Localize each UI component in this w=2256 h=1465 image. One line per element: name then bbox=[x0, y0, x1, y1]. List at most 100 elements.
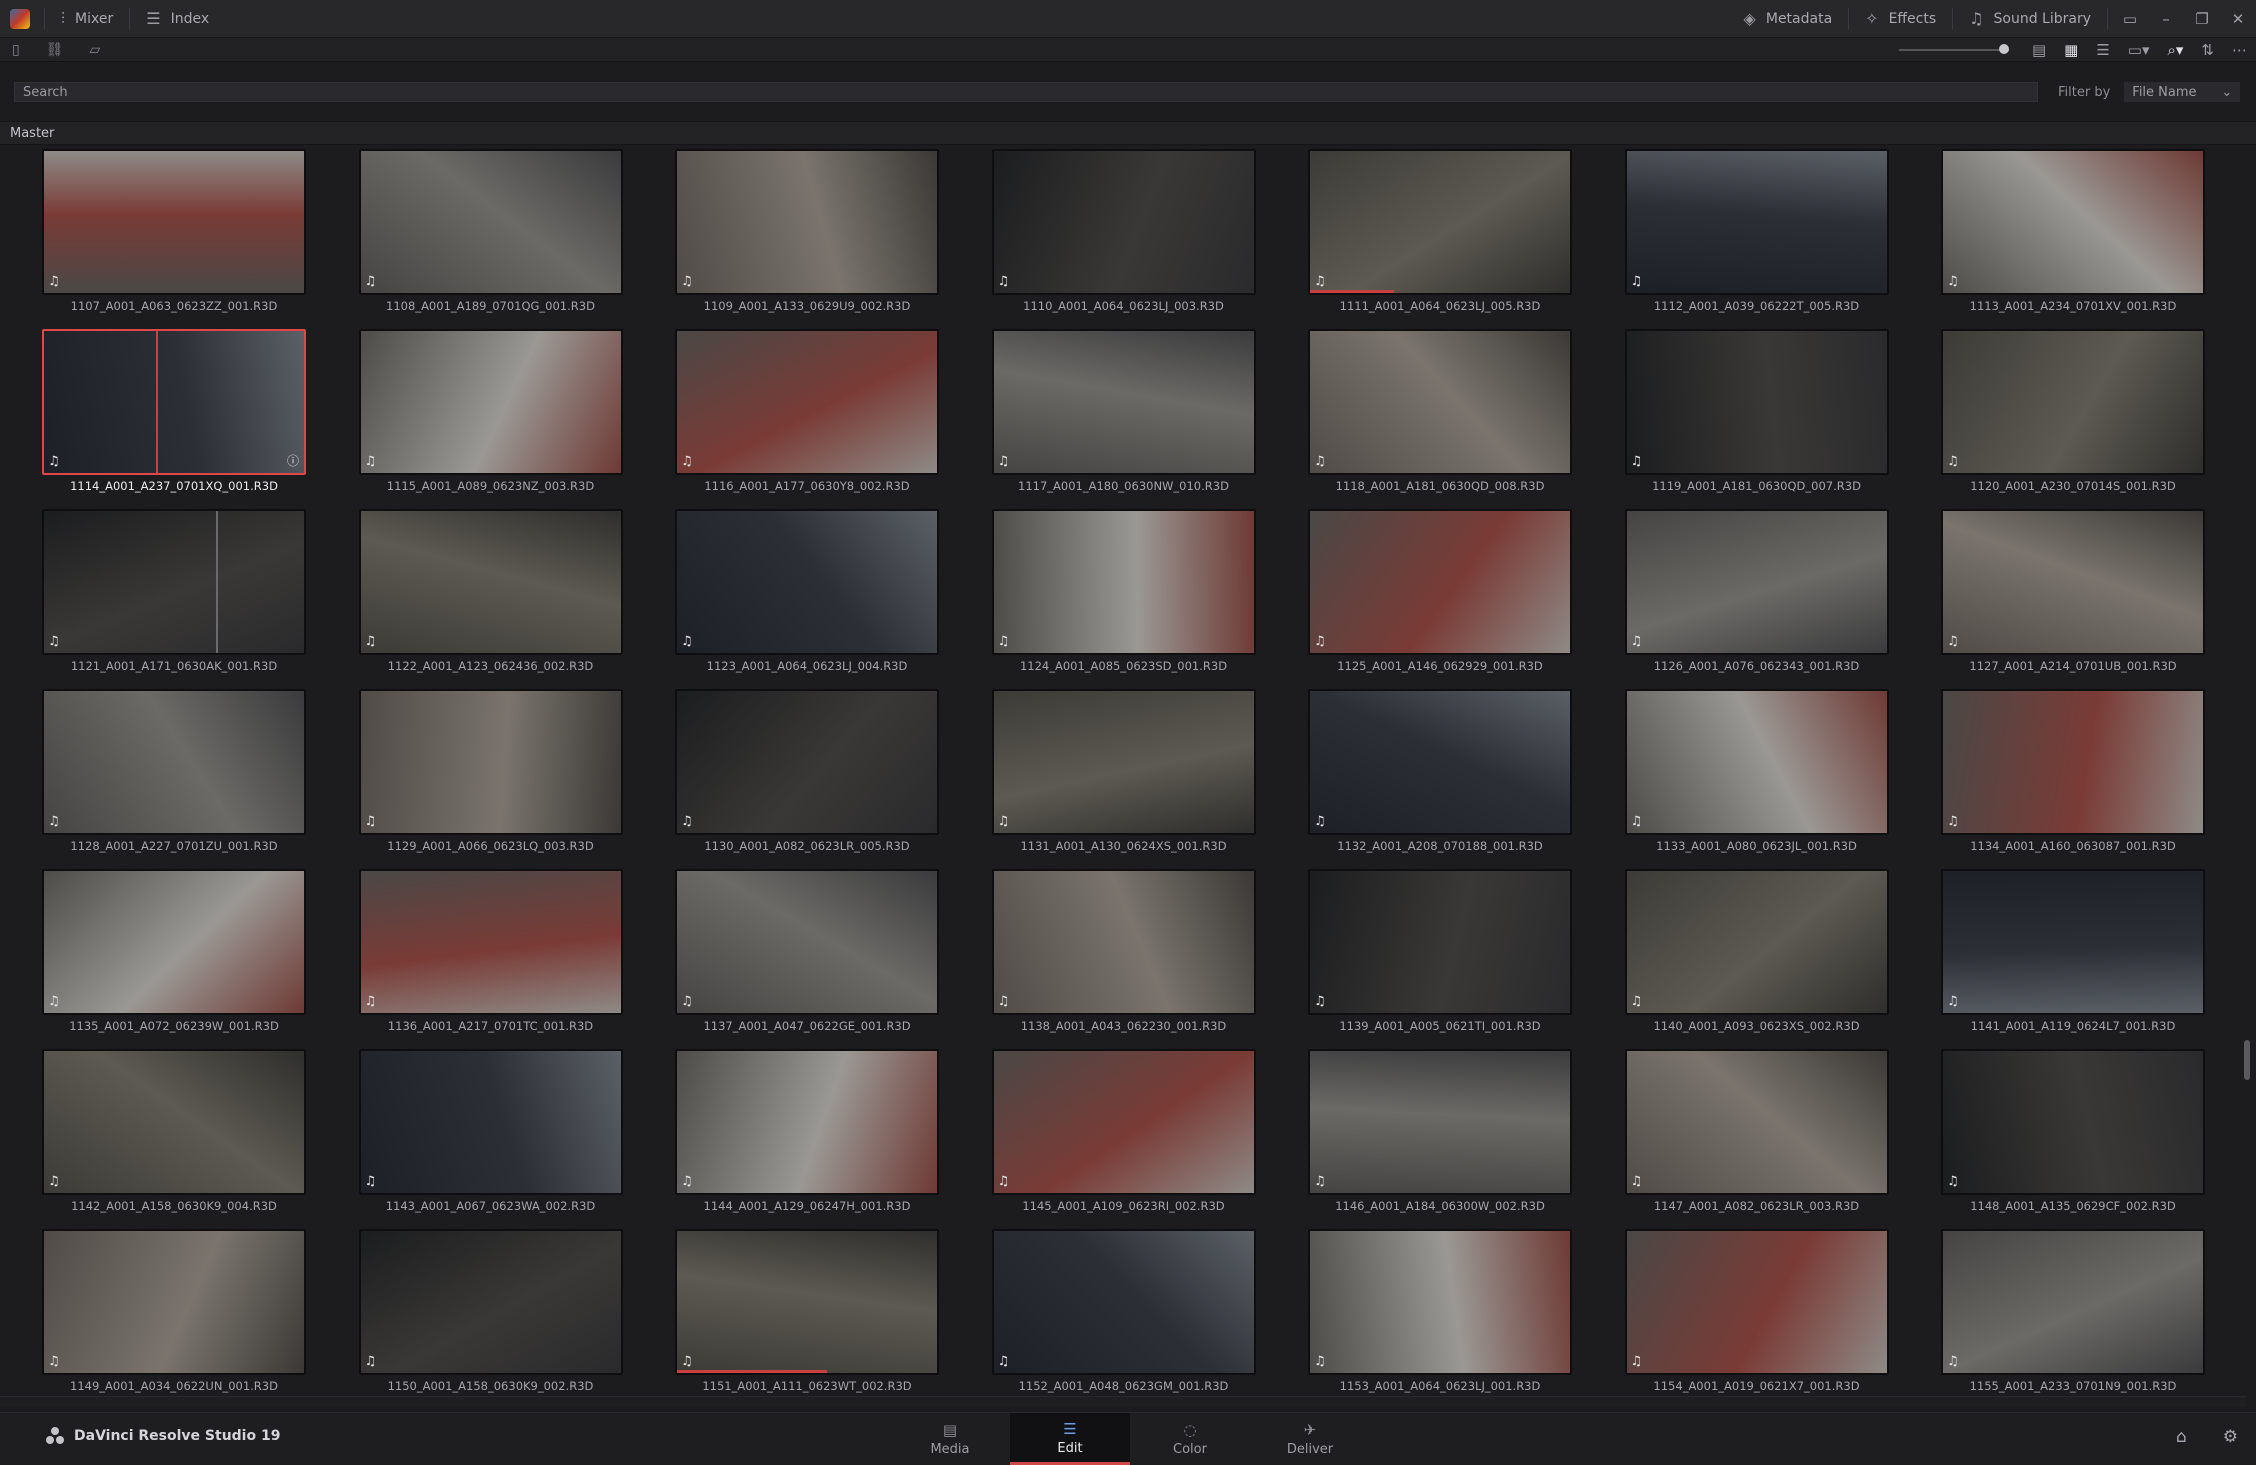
link-icon[interactable]: ⛓ bbox=[46, 42, 64, 58]
page-tab-media[interactable]: ▤ Media bbox=[890, 1413, 1010, 1465]
clip-preview-image[interactable]: ♫ ⓘ bbox=[42, 329, 306, 475]
mixer-button[interactable]: ⫶ Mixer bbox=[49, 0, 125, 38]
panel-toggle-icon[interactable]: ▯ bbox=[12, 42, 20, 58]
audio-icon: ♫ bbox=[997, 454, 1010, 469]
clip-name: 1114_A001_A237_0701XQ_001.R3D bbox=[70, 479, 278, 493]
filter-dropdown[interactable]: File Name ⌄ bbox=[2124, 82, 2241, 102]
clip-preview-image[interactable]: ♫ bbox=[42, 149, 306, 295]
slider-handle[interactable] bbox=[1998, 43, 2009, 54]
deliver-page-icon: ✈ bbox=[1303, 1421, 1317, 1439]
index-button[interactable]: ☰ Index bbox=[134, 0, 221, 38]
clip-preview-image[interactable]: ♫ bbox=[675, 869, 939, 1015]
clip-preview-image[interactable]: ♫ bbox=[42, 1229, 306, 1375]
page-tab-color[interactable]: ◌ Color bbox=[1130, 1413, 1250, 1465]
clip-name: 1150_A001_A158_0630K9_002.R3D bbox=[387, 1379, 594, 1393]
clip-preview-image[interactable]: ♫ bbox=[675, 1229, 939, 1375]
clip-preview-image[interactable]: ♫ bbox=[1941, 1229, 2205, 1375]
restore-icon[interactable]: ❐ bbox=[2184, 10, 2220, 28]
clip-preview-image[interactable]: ♫ bbox=[42, 509, 306, 655]
clip-preview-image[interactable]: ♫ bbox=[991, 689, 1256, 835]
clip-preview-image[interactable]: ♫ bbox=[1308, 509, 1572, 655]
horizontal-scrollbar[interactable] bbox=[0, 1396, 2246, 1407]
clip-preview-image[interactable]: ♫ bbox=[358, 1229, 623, 1375]
sound-library-icon: ♫ bbox=[1969, 9, 1984, 28]
clip-grid: ♫ 1107_A001_A063_0623ZZ_001.R3D ♫ 1108_A001… bbox=[0, 146, 2246, 1394]
clip-preview-image[interactable]: ♫ bbox=[1308, 1049, 1572, 1195]
clip-preview-image[interactable]: ♫ bbox=[991, 1049, 1256, 1195]
clip-preview-image[interactable]: ♫ bbox=[1624, 689, 1889, 835]
close-icon[interactable]: ✕ bbox=[2220, 10, 2256, 28]
clip-preview-image[interactable]: ♫ bbox=[42, 689, 306, 835]
clip-preview-image[interactable]: ♫ bbox=[675, 689, 939, 835]
clip-preview-image[interactable]: ♫ bbox=[1624, 509, 1889, 655]
audio-icon: ♫ bbox=[364, 814, 377, 829]
clip-preview-image[interactable]: ♫ bbox=[42, 1049, 306, 1195]
info-icon[interactable]: ⓘ bbox=[287, 452, 299, 469]
clip-preview-image[interactable]: ♫ bbox=[1308, 689, 1572, 835]
clip-name: 1147_A001_A082_0623LR_003.R3D bbox=[1653, 1199, 1860, 1213]
clip-preview-image[interactable]: ♫ bbox=[1308, 869, 1572, 1015]
home-icon[interactable]: ⌂ bbox=[2176, 1427, 2187, 1447]
clip-preview-image[interactable]: ♫ bbox=[358, 329, 623, 475]
edit-page-icon: ☰ bbox=[1063, 1419, 1077, 1438]
search-input[interactable] bbox=[14, 82, 2038, 102]
clip-preview-image[interactable]: ♫ bbox=[991, 1229, 1256, 1375]
clip-preview-image[interactable]: ♫ bbox=[675, 509, 939, 655]
sound-library-button[interactable]: ♫ Sound Library bbox=[1957, 0, 2103, 38]
list-view-icon[interactable]: ☰ bbox=[2096, 41, 2109, 59]
index-icon: ☰ bbox=[146, 9, 161, 28]
search-icon[interactable]: ⌕▾ bbox=[2167, 41, 2183, 59]
clip-preview-image[interactable]: ♫ bbox=[1624, 1229, 1889, 1375]
clip-preview-image[interactable]: ♫ bbox=[991, 869, 1256, 1015]
clip-name: 1113_A001_A234_0701XV_001.R3D bbox=[1969, 299, 2177, 313]
clip-preview-image[interactable]: ♫ bbox=[358, 509, 623, 655]
clip-preview-image[interactable]: ♫ bbox=[1308, 1229, 1572, 1375]
clip-preview-image[interactable]: ♫ bbox=[358, 149, 623, 295]
minimize-icon[interactable]: – bbox=[2148, 10, 2184, 28]
bin-name[interactable]: Master bbox=[10, 126, 54, 141]
clip-preview-image[interactable]: ♫ bbox=[1941, 1049, 2205, 1195]
clip-preview-image[interactable]: ♫ bbox=[1941, 689, 2205, 835]
clip-preview-image[interactable]: ♫ bbox=[675, 1049, 939, 1195]
clip-preview-image[interactable]: ♫ bbox=[1308, 329, 1572, 475]
clip-preview-image[interactable]: ♫ bbox=[42, 869, 306, 1015]
scrub-playhead[interactable] bbox=[156, 331, 158, 473]
clip-preview-image[interactable]: ♫ bbox=[1941, 869, 2205, 1015]
inspector-icon[interactable]: ▭ bbox=[2112, 10, 2148, 28]
bottom-bar: DaVinci Resolve Studio 19 ▤ Media ☰ Edit ◌ Co… bbox=[0, 1412, 2256, 1465]
clip-preview-image[interactable]: ♫ bbox=[991, 329, 1256, 475]
thumbnail-view-icon[interactable]: ▦ bbox=[2064, 41, 2078, 59]
clip-preview-image[interactable]: ♫ bbox=[1308, 149, 1572, 295]
clip-preview-image[interactable]: ♫ bbox=[991, 509, 1256, 655]
clip-preview-image[interactable]: ♫ bbox=[1624, 1049, 1889, 1195]
clip-preview-image[interactable]: ♫ bbox=[675, 149, 939, 295]
clip-preview-image[interactable]: ♫ bbox=[1624, 149, 1889, 295]
sort-icon[interactable]: ⇅ bbox=[2201, 41, 2214, 59]
clip-preview-image[interactable]: ♫ bbox=[358, 1049, 623, 1195]
comment-icon[interactable]: ▱ bbox=[90, 42, 101, 58]
metadata-view-icon[interactable]: ▤ bbox=[2032, 41, 2046, 59]
clip-preview-image[interactable]: ♫ bbox=[1624, 869, 1889, 1015]
clip-preview-image[interactable]: ♫ bbox=[1941, 329, 2205, 475]
metadata-button[interactable]: ◈ Metadata bbox=[1732, 0, 1845, 38]
clip-preview-image[interactable]: ♫ bbox=[675, 329, 939, 475]
scrub-playhead[interactable] bbox=[216, 511, 218, 653]
clip-preview-image[interactable]: ♫ bbox=[1941, 509, 2205, 655]
effects-button[interactable]: ✧ Effects bbox=[1853, 0, 1948, 38]
settings-gear-icon[interactable]: ⚙ bbox=[2223, 1427, 2238, 1447]
thumbnail-size-slider[interactable] bbox=[1898, 43, 2009, 54]
filter-label: Filter by bbox=[2058, 84, 2111, 100]
clip-preview-image[interactable]: ♫ bbox=[1624, 329, 1889, 475]
page-tab-deliver[interactable]: ✈ Deliver bbox=[1250, 1413, 1370, 1465]
page-tab-edit[interactable]: ☰ Edit bbox=[1010, 1413, 1130, 1465]
clip-preview-image[interactable]: ♫ bbox=[358, 869, 623, 1015]
search-row: Filter by File Name ⌄ bbox=[0, 72, 2256, 112]
clip-preview-image[interactable]: ♫ bbox=[991, 149, 1256, 295]
more-options-icon[interactable]: ⋯ bbox=[2232, 41, 2247, 59]
audio-icon: ♫ bbox=[1630, 994, 1643, 1009]
chevron-down-icon: ⌄ bbox=[2221, 84, 2233, 100]
viewer-icon[interactable]: ▭▾ bbox=[2128, 41, 2150, 59]
clip-preview-image[interactable]: ♫ bbox=[1941, 149, 2205, 295]
clip-preview-image[interactable]: ♫ bbox=[358, 689, 623, 835]
vertical-scrollbar[interactable] bbox=[2244, 1040, 2250, 1080]
